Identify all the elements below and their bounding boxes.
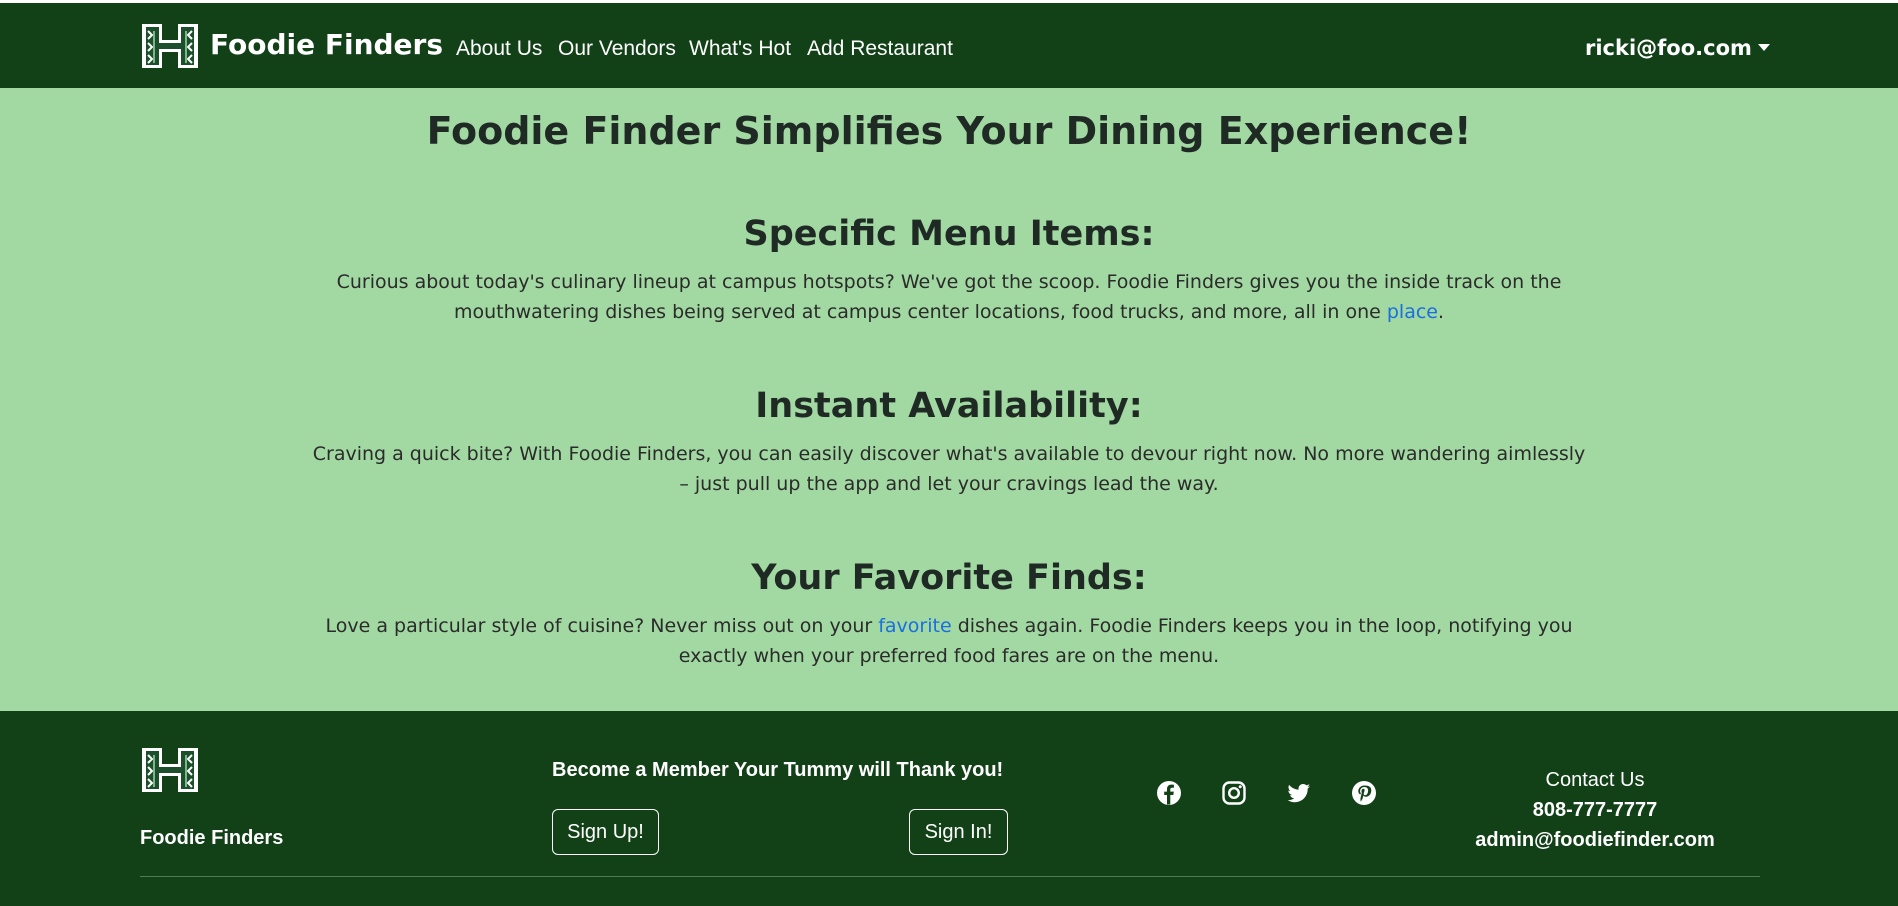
- pinterest-icon[interactable]: [1351, 780, 1377, 806]
- section-text-favorite-finds: Love a particular style of cuisine? Neve…: [310, 611, 1588, 671]
- nav-whats-hot[interactable]: What's Hot: [689, 34, 791, 64]
- place-link[interactable]: place: [1387, 301, 1438, 323]
- contact-us-label: Contact Us: [1545, 769, 1645, 791]
- sign-up-button[interactable]: Sign Up!: [552, 809, 659, 855]
- section-text-menu-items: Curious about today's culinary lineup at…: [310, 267, 1588, 327]
- favorite-link[interactable]: favorite: [878, 615, 951, 637]
- member-callout: Become a Member Your Tummy will Thank yo…: [552, 759, 1004, 781]
- section-heading-favorite-finds: Your Favorite Finds:: [751, 558, 1147, 598]
- h-logo-icon: [142, 748, 198, 792]
- footer: Foodie Finders Become a Member Your Tumm…: [0, 711, 1898, 906]
- section-text-part: Love a particular style of cuisine? Neve…: [325, 615, 879, 637]
- footer-brand-name: Foodie Finders: [140, 827, 284, 849]
- facebook-icon[interactable]: [1156, 780, 1182, 806]
- page-title: Foodie Finder Simplifies Your Dining Exp…: [426, 109, 1472, 153]
- user-dropdown[interactable]: ricki@foo.com: [1585, 33, 1770, 63]
- nav-our-vendors[interactable]: Our Vendors: [558, 34, 676, 64]
- footer-divider: [140, 876, 1760, 877]
- nav-about-us[interactable]: About Us: [456, 34, 542, 64]
- section-heading-availability: Instant Availability:: [755, 386, 1143, 426]
- h-logo-icon[interactable]: [140, 22, 200, 70]
- brand-name[interactable]: Foodie Finders: [210, 25, 443, 65]
- section-heading-menu-items: Specific Menu Items:: [743, 214, 1155, 254]
- navbar: Foodie Finders About Us Our Vendors What…: [0, 0, 1898, 88]
- contact-phone: 808-777-7777: [1532, 799, 1658, 821]
- section-text-part: .: [1437, 301, 1445, 323]
- contact-email: admin@foodiefinder.com: [1475, 829, 1715, 851]
- section-text-part: Curious about today's culinary lineup at…: [336, 271, 1562, 323]
- nav-add-restaurant[interactable]: Add Restaurant: [807, 34, 953, 64]
- main-content: Foodie Finder Simplifies Your Dining Exp…: [0, 88, 1898, 711]
- caret-down-icon: [1757, 44, 1770, 51]
- twitter-icon[interactable]: [1286, 780, 1312, 806]
- section-text-availability: Craving a quick bite? With Foodie Finder…: [312, 443, 1586, 495]
- instagram-icon[interactable]: [1221, 780, 1247, 806]
- sign-in-button[interactable]: Sign In!: [909, 809, 1008, 855]
- user-email: ricki@foo.com: [1585, 36, 1752, 60]
